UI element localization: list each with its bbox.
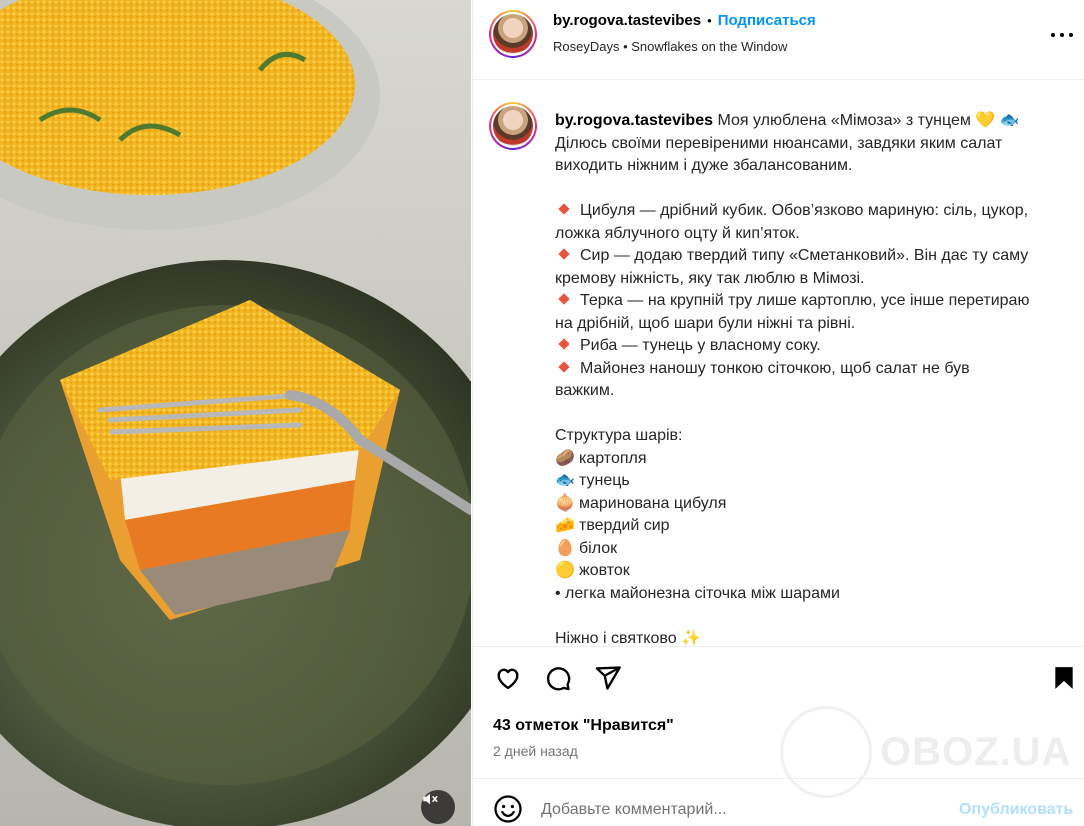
orange-diamond-icon [558, 338, 570, 350]
layer-label: жовток [579, 562, 630, 579]
comment-button[interactable] [543, 663, 573, 693]
like-button[interactable] [493, 663, 523, 693]
closing-text: Ніжно і святково [555, 629, 677, 647]
structure-title: Структура шарів: [555, 427, 683, 444]
caption-intro: Моя улюблена «Мімоза» з тунцем [717, 112, 971, 129]
mesh-line: • легка майонезна сіточка між шарами [555, 584, 840, 602]
comment-bar: Опубликовать [473, 778, 1084, 826]
tip-text: Цибуля — дрібний кубик. Обов’язково мари… [580, 202, 1029, 219]
more-options-icon[interactable] [1051, 24, 1073, 46]
tip-text: кремову ніжність, яку так люблю в Мімозі… [555, 269, 865, 287]
send-icon [595, 666, 621, 690]
post-panel: by.rogova.tastevibes • Подписаться Rosey… [472, 0, 1084, 826]
food-photo [0, 0, 471, 826]
caption-line: Ділюсь своїми перевіреними нюансами, зав… [555, 134, 1003, 152]
caption: by.rogova.tastevibes Моя улюблена «Мімоз… [555, 110, 1083, 646]
orange-diamond-icon [558, 360, 570, 373]
follow-button[interactable]: Подписаться [718, 12, 816, 29]
caption-username[interactable]: by.rogova.tastevibes [555, 112, 713, 129]
layer-label: картопля [579, 449, 647, 467]
separator-dot: • [707, 13, 712, 28]
layer-label: твердий сир [579, 517, 670, 534]
cheese-icon: 🧀 [555, 517, 575, 534]
yolk-icon: 🟡 [555, 562, 575, 579]
fish-icon: 🐟 [555, 472, 575, 489]
avatar[interactable] [489, 10, 537, 58]
audio-artist: RoseyDays [553, 39, 620, 54]
layer-label: тунець [579, 472, 630, 489]
tip-text: Риба — тунець у власному соку. [580, 337, 821, 354]
heart-icon [497, 668, 519, 690]
smiley-icon[interactable] [493, 794, 523, 824]
caption-avatar[interactable] [489, 102, 537, 150]
audio-info[interactable]: RoseyDays • Snowflakes on the Window [553, 39, 787, 54]
comment-input[interactable] [541, 799, 941, 821]
post-timestamp[interactable]: 2 дней назад [493, 743, 578, 759]
muted-speaker-icon [423, 793, 438, 805]
orange-diamond-icon [558, 293, 570, 305]
caption-line: виходить ніжним і дуже збалансованим. [555, 157, 853, 174]
post-media[interactable] [0, 0, 471, 826]
tip-text: важким. [555, 382, 615, 399]
tip-text: Майонез наношу тонкою сіточкою, щоб сала… [580, 359, 970, 377]
tip-text: на дрібній, щоб шари були ніжні та рівні… [555, 314, 856, 332]
bookmark-icon [1055, 667, 1073, 689]
mute-button[interactable] [421, 790, 455, 824]
tip-text: Сир — додаю твердий типу «Сметанковий». … [580, 247, 1029, 264]
comments-area[interactable]: by.rogova.tastevibes Моя улюблена «Мімоз… [473, 80, 1084, 646]
username-link[interactable]: by.rogova.tastevibes [553, 12, 701, 29]
publish-button[interactable]: Опубликовать [959, 801, 1073, 819]
save-button[interactable] [1049, 663, 1079, 693]
comment-icon [546, 667, 571, 691]
layer-label: білок [579, 539, 618, 557]
onion-icon: 🧅 [555, 494, 575, 512]
tip-text: ложка яблучного оцту й кип’яток. [555, 224, 800, 242]
orange-diamond-icon [558, 203, 570, 215]
potato-icon: 🥔 [555, 449, 575, 467]
layer-label: маринована цибуля [579, 494, 727, 512]
post-header: by.rogova.tastevibes • Подписаться Rosey… [473, 0, 1084, 80]
egg-icon: 🥚 [555, 539, 575, 557]
share-button[interactable] [593, 663, 623, 693]
orange-diamond-icon [558, 248, 570, 260]
likes-count[interactable]: 43 отметок "Нравится" [493, 717, 674, 735]
sparkles-icon: ✨ [681, 629, 701, 647]
audio-track: Snowflakes on the Window [631, 39, 788, 54]
post-actions: 43 отметок "Нравится" 2 дней назад [473, 646, 1084, 778]
caption-intro-emojis: 💛 🐟 [975, 112, 1020, 129]
tip-text: Терка — на крупній тру лише картоплю, ус… [580, 292, 1030, 309]
